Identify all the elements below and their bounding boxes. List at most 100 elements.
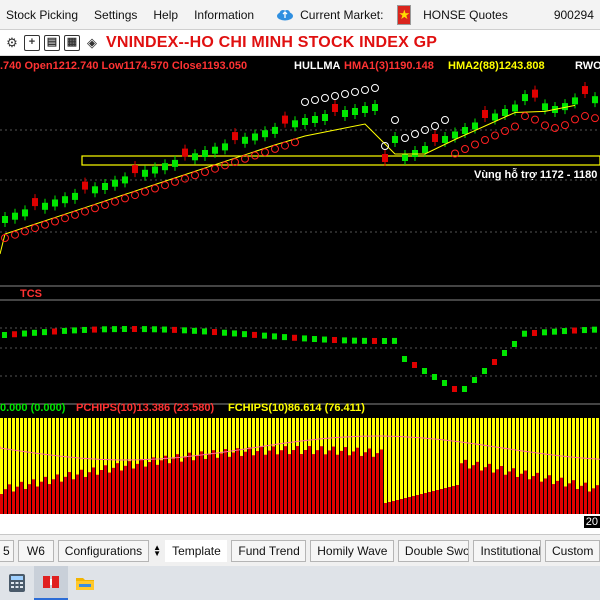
tab-5[interactable]: 5 xyxy=(0,539,14,562)
pchips-bar xyxy=(464,459,467,514)
pchips-bar xyxy=(48,484,51,514)
vietnam-flag-icon[interactable]: ★ xyxy=(397,4,412,25)
tcs-bar xyxy=(372,337,377,344)
menu-settings[interactable]: Settings xyxy=(86,0,145,30)
calculator-app-icon[interactable] xyxy=(0,566,34,600)
pchips-bar xyxy=(372,456,375,514)
hma1-marker xyxy=(31,224,39,233)
pchips-bar xyxy=(132,468,135,514)
candle-body xyxy=(392,136,398,143)
add-icon[interactable]: + xyxy=(24,34,40,51)
pchips-bar xyxy=(572,480,575,514)
file-explorer-icon[interactable] xyxy=(68,566,102,600)
tab-double-sword[interactable]: Double Swor xyxy=(397,539,470,562)
pchips-bar xyxy=(492,472,495,514)
menu-information[interactable]: Information xyxy=(186,0,262,30)
tcs-bar xyxy=(572,327,577,334)
date-axis-label: 20 xyxy=(583,516,600,528)
tab-w6[interactable]: W6 xyxy=(17,539,54,562)
pchips-bar xyxy=(68,472,71,514)
pchips-bar xyxy=(180,461,183,514)
tab-scroll-arrows-icon[interactable]: ▲ ▼ xyxy=(153,543,161,557)
tcs-bar xyxy=(12,331,17,338)
candle-body xyxy=(2,216,8,223)
chart-canvas[interactable] xyxy=(0,56,600,514)
pchips-bar xyxy=(536,472,539,514)
candle-body xyxy=(262,130,268,138)
candle-body xyxy=(352,108,358,115)
pchips-bar xyxy=(120,470,123,514)
tab-fund-trend[interactable]: Fund Trend xyxy=(231,539,307,562)
pchips-bar xyxy=(552,484,555,514)
tab-custom[interactable]: Custom xyxy=(545,539,600,562)
candle-body xyxy=(512,104,518,112)
pchips-bar xyxy=(0,494,3,514)
hma1-marker xyxy=(151,184,159,193)
pchips-bar xyxy=(396,500,399,514)
image-icon[interactable]: ▦ xyxy=(64,34,80,51)
menu-help[interactable]: Help xyxy=(145,0,186,30)
pchips-bar xyxy=(64,476,67,514)
price-chart[interactable]: .740 Open1212.740 Low1174.570 Close1193.… xyxy=(0,56,600,514)
hma1-marker xyxy=(491,131,499,140)
pchips-bar xyxy=(248,447,251,514)
tcs-bar xyxy=(552,328,557,335)
candle-body xyxy=(12,212,18,220)
fchips-bar xyxy=(396,418,399,514)
pchips-bar xyxy=(88,472,91,514)
tcs-bar xyxy=(152,326,157,333)
hma1-marker xyxy=(121,194,129,203)
hma1-marker xyxy=(511,122,519,131)
tab-configurations[interactable]: Configurations xyxy=(57,539,150,562)
tab-template[interactable]: Template xyxy=(165,539,228,562)
cloud-icon[interactable] xyxy=(276,9,294,21)
layers-icon[interactable]: ◈ xyxy=(84,35,100,51)
candle-body xyxy=(102,183,108,190)
pchips-bar xyxy=(224,449,227,514)
settings-gear-icon[interactable]: ⚙ xyxy=(4,35,20,51)
tcs-label: TCS xyxy=(20,288,42,300)
hma1-marker xyxy=(361,86,369,94)
hma1-marker xyxy=(61,214,69,223)
tcs-bar xyxy=(82,326,87,333)
candle-body xyxy=(582,86,588,95)
pchips-bar xyxy=(212,450,215,514)
pchips-bar xyxy=(404,498,407,514)
pchips-bar xyxy=(176,454,179,514)
tcs-bar xyxy=(282,334,287,341)
pchips-bar xyxy=(596,485,599,514)
tcs-bar xyxy=(522,330,527,337)
candle-body xyxy=(522,94,528,102)
tcs-bar xyxy=(402,356,407,362)
candle-body xyxy=(332,104,338,112)
tcs-bar xyxy=(172,326,177,333)
hma1-marker xyxy=(271,144,279,153)
menu-stock-picking[interactable]: Stock Picking xyxy=(0,0,86,30)
pchips-bar xyxy=(160,460,163,514)
pchips-bar xyxy=(80,469,83,514)
honse-quotes-label[interactable]: HONSE Quotes xyxy=(417,0,516,30)
pchips-bar xyxy=(564,486,567,514)
chart-type-icon[interactable]: ▤ xyxy=(44,34,60,51)
pchips-bar xyxy=(556,480,559,514)
pchips-bar xyxy=(320,446,323,514)
tcs-bar xyxy=(92,326,97,333)
tcs-bar xyxy=(352,337,357,344)
pchips-bar xyxy=(452,486,455,514)
tab-institutional[interactable]: Institutional A xyxy=(473,539,541,562)
hma1-marker xyxy=(111,197,119,206)
pchips-bar xyxy=(200,451,203,514)
hma1-marker xyxy=(131,191,139,200)
pchips-bar xyxy=(124,465,127,514)
pchips-bar xyxy=(388,502,391,514)
pchips-bar xyxy=(384,503,387,514)
pchips-bar xyxy=(348,455,351,514)
tcs-bar xyxy=(272,333,277,340)
tcs-bar xyxy=(242,331,247,338)
tab-homily-wave[interactable]: Homily Wave xyxy=(310,539,394,562)
stock-app-icon[interactable] xyxy=(34,566,68,600)
pchips-bar xyxy=(292,450,295,514)
pchips-bar xyxy=(316,450,319,514)
pchips-bar xyxy=(152,457,155,514)
candle-body xyxy=(422,146,428,153)
